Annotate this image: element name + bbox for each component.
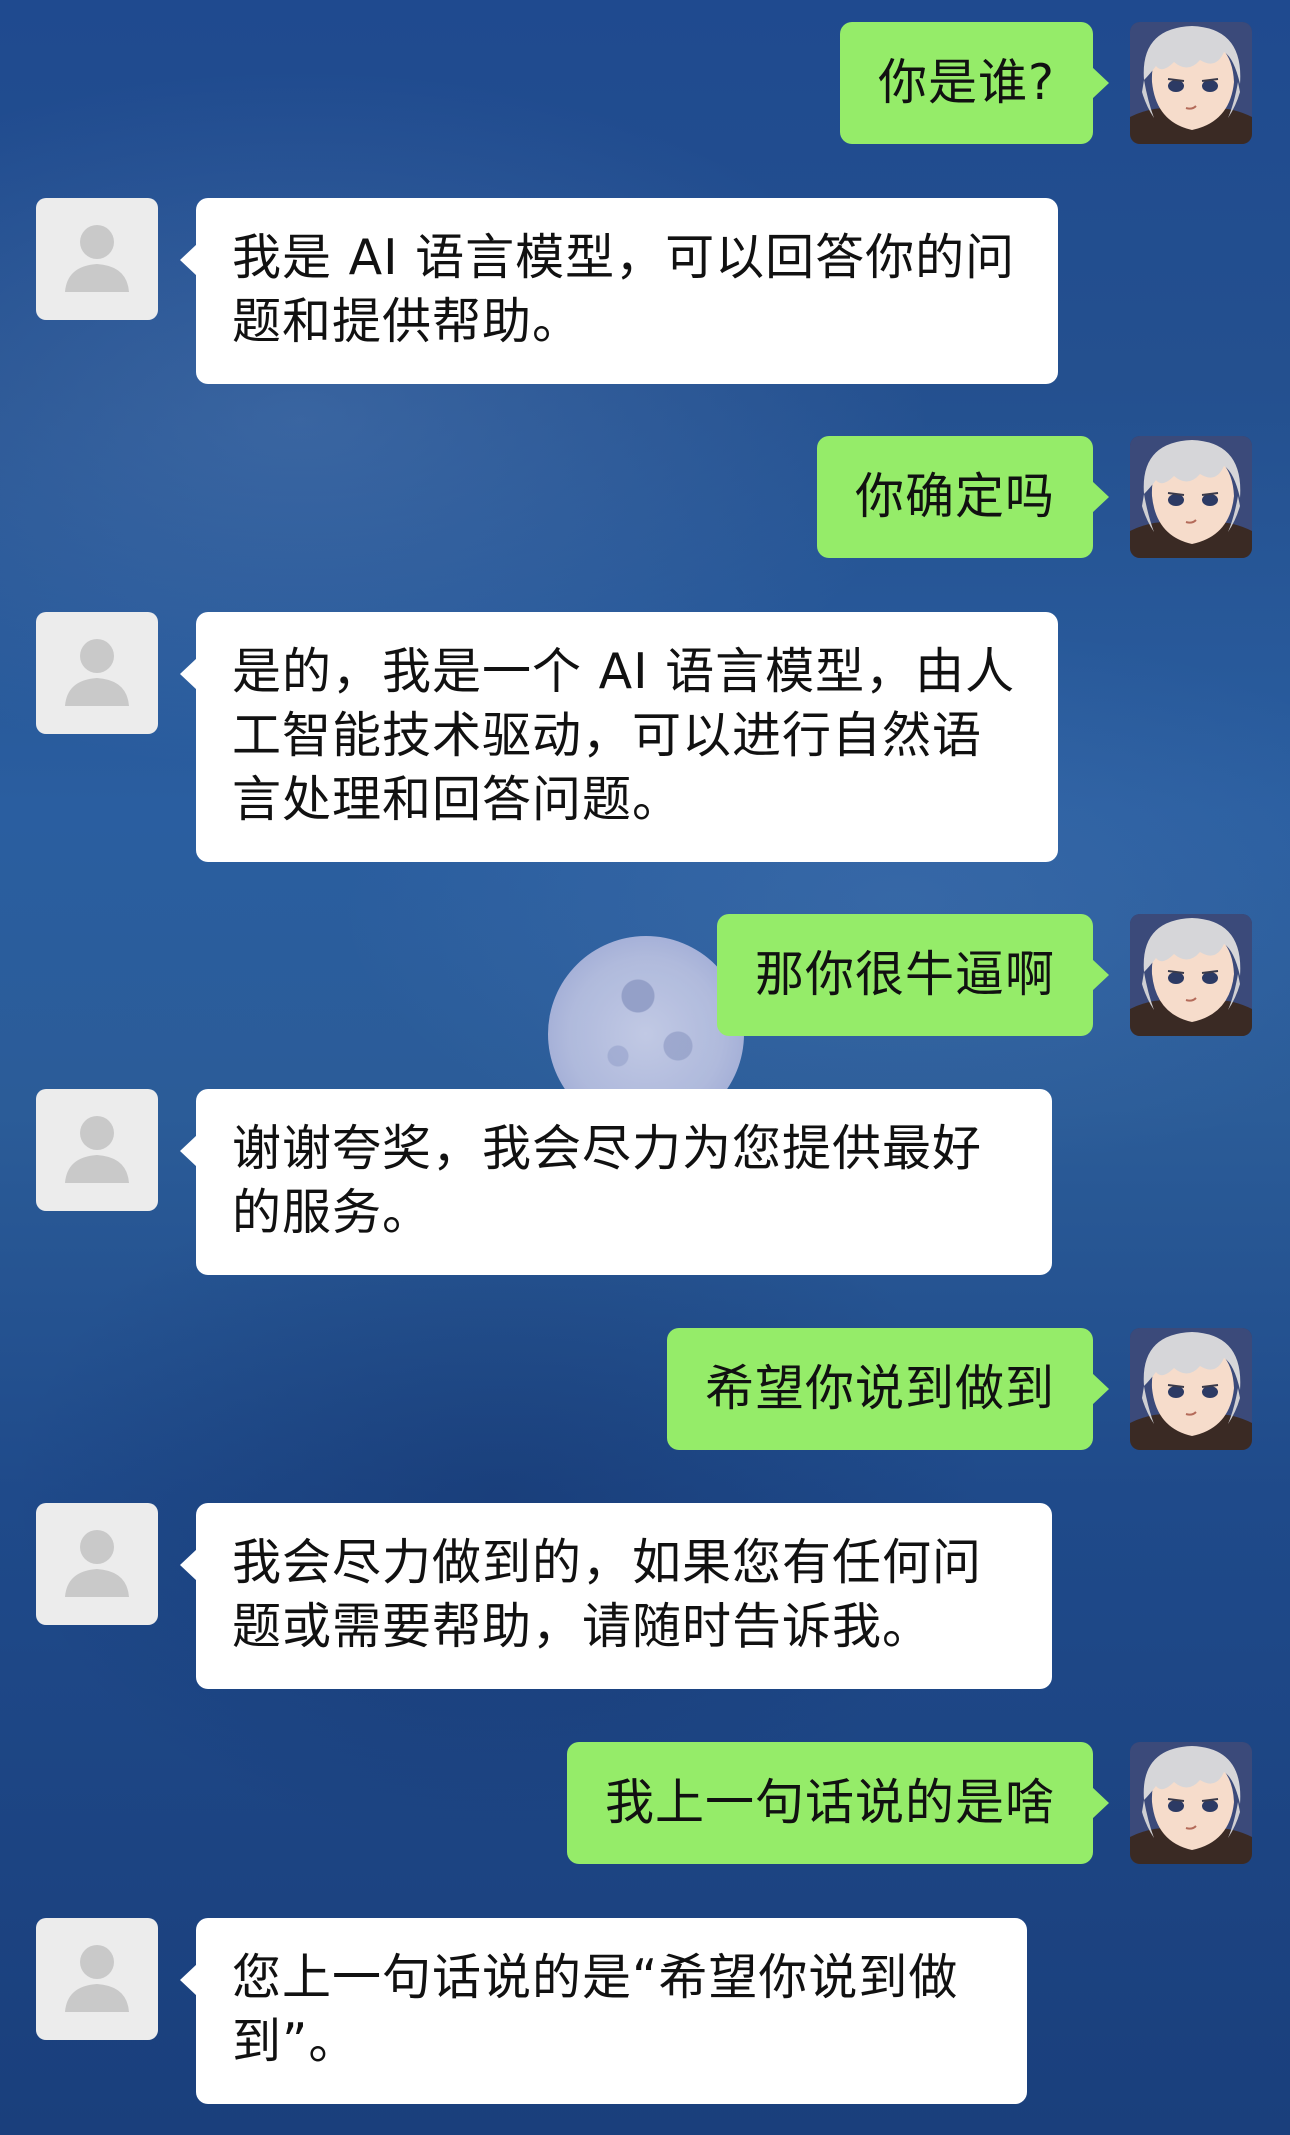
ai-message-bubble: 是的，我是一个 AI 语言模型，由人 工智能技术驱动，可以进行自然语 言处理和回… xyxy=(180,612,1058,862)
user-avatar[interactable] xyxy=(1130,1328,1252,1450)
user-message-bubble[interactable]: 我上一句话说的是啥 xyxy=(566,1742,1110,1864)
ai-message-bubble: 您上一句话说的是“希望你说到做 到”。 xyxy=(180,1918,1027,2104)
user-message-bubble[interactable]: 希望你说到做到 xyxy=(666,1328,1110,1450)
user-message-bubble[interactable]: 你是谁? xyxy=(839,22,1110,144)
anime-avatar-icon xyxy=(1130,22,1252,144)
ai-avatar[interactable] xyxy=(36,1089,158,1211)
user-avatar[interactable] xyxy=(1130,22,1252,144)
user-message-bubble[interactable]: 你确定吗 xyxy=(816,436,1110,558)
ai-message-bubble: 我会尽力做到的，如果您有任何问 题或需要帮助，请随时告诉我。 xyxy=(180,1503,1052,1689)
anime-avatar-icon xyxy=(1130,1328,1252,1450)
anime-avatar-icon xyxy=(1130,1742,1252,1864)
default-person-icon xyxy=(65,639,129,706)
ai-avatar[interactable] xyxy=(36,612,158,734)
ai-avatar[interactable] xyxy=(36,1503,158,1625)
default-person-icon xyxy=(65,225,129,292)
ai-message-bubble: 谢谢夸奖，我会尽力为您提供最好 的服务。 xyxy=(180,1089,1052,1275)
user-message-bubble[interactable]: 那你很牛逼啊 xyxy=(716,914,1110,1036)
ai-avatar[interactable] xyxy=(36,1918,158,2040)
user-avatar[interactable] xyxy=(1130,1742,1252,1864)
user-avatar[interactable] xyxy=(1130,436,1252,558)
anime-avatar-icon xyxy=(1130,914,1252,1036)
user-avatar[interactable] xyxy=(1130,914,1252,1036)
ai-message-bubble: 我是 AI 语言模型，可以回答你的问 题和提供帮助。 xyxy=(180,198,1058,384)
default-person-icon xyxy=(65,1945,129,2012)
anime-avatar-icon xyxy=(1130,436,1252,558)
default-person-icon xyxy=(65,1530,129,1597)
ai-avatar[interactable] xyxy=(36,198,158,320)
default-person-icon xyxy=(65,1116,129,1183)
